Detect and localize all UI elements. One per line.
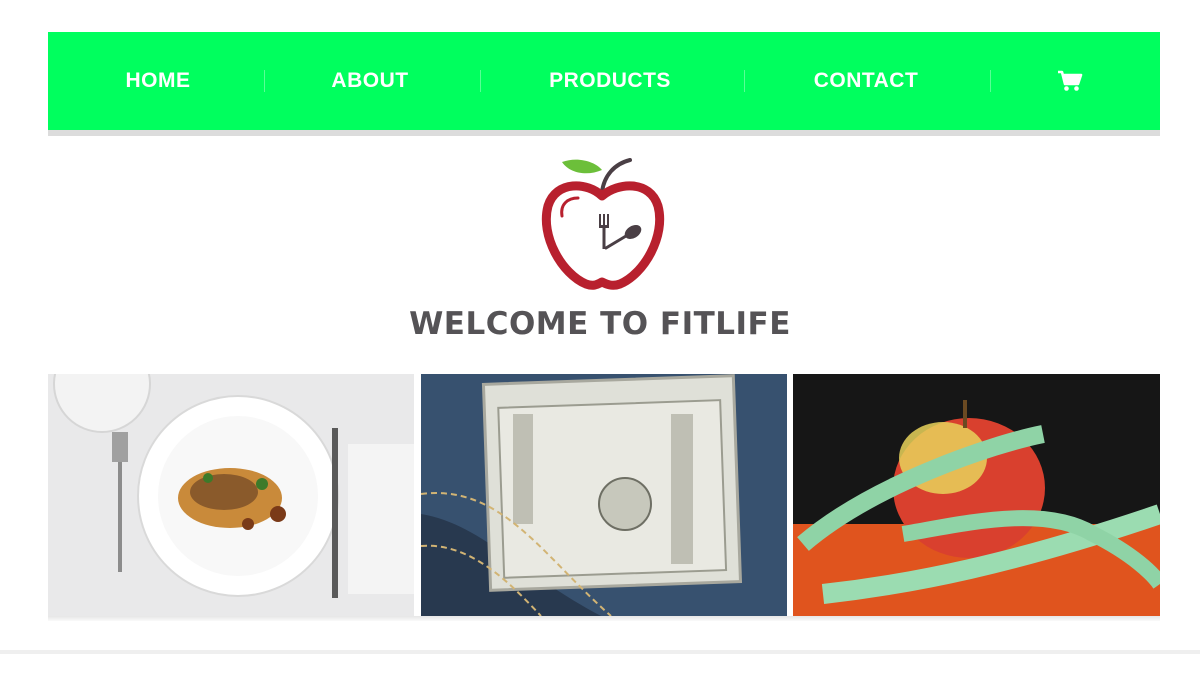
nav-about[interactable]: ABOUT <box>304 32 436 130</box>
shopping-cart-icon <box>1058 70 1083 91</box>
footer-divider <box>0 650 1200 654</box>
gallery-image-meal[interactable] <box>48 374 414 616</box>
main-navigation: HOME ABOUT PRODUCTS CONTACT <box>48 32 1160 136</box>
page-title: WELCOME TO FITLIFE <box>409 306 791 342</box>
gallery-image-money[interactable] <box>421 374 787 616</box>
nav-divider <box>990 70 991 92</box>
cart-button[interactable] <box>1044 32 1096 130</box>
nav-divider <box>480 70 481 92</box>
nav-home[interactable]: HOME <box>92 32 224 130</box>
gallery-shadow <box>48 616 1160 621</box>
gallery-image-apple[interactable] <box>793 374 1160 616</box>
nav-products[interactable]: PRODUCTS <box>522 32 698 130</box>
nav-divider <box>744 70 745 92</box>
nav-divider <box>264 70 265 92</box>
nav-contact[interactable]: CONTACT <box>788 32 944 130</box>
fitlife-logo <box>541 158 665 290</box>
